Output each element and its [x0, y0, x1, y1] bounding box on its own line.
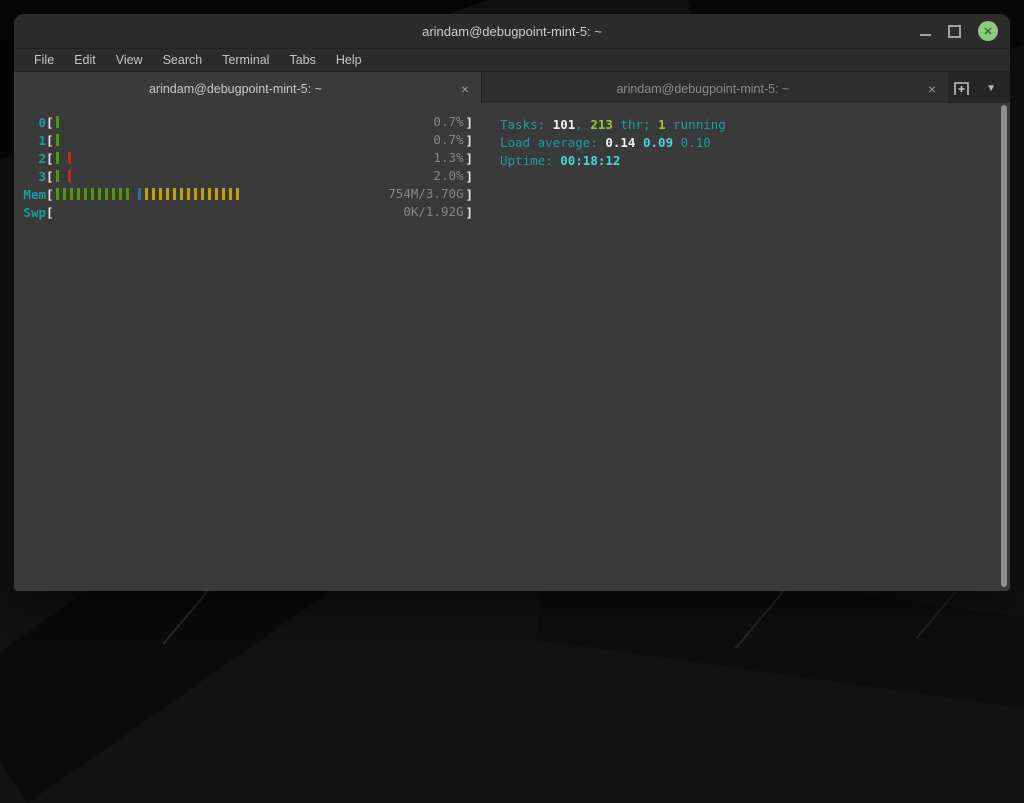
meter-value: 754M/3.70G [388, 187, 463, 201]
meter-value: 2.0% [433, 169, 463, 183]
terminal-tab-2[interactable]: arindam@debugpoint-mint-5: ~ × [481, 72, 948, 105]
yellow_bar [145, 188, 239, 200]
close-button[interactable]: ✕ [978, 21, 998, 41]
red_bar [68, 170, 71, 182]
tab-title: arindam@debugpoint-mint-5: ~ [482, 82, 924, 96]
window-controls: ✕ [920, 14, 998, 48]
terminal-screen[interactable]: 0[0.7%] 1[0.7%] 2[1.3%] 3[2.0%]Mem[754M/… [14, 103, 1010, 591]
terminal-tab-1[interactable]: arindam@debugpoint-mint-5: ~ × [14, 72, 481, 105]
tab-title: arindam@debugpoint-mint-5: ~ [14, 82, 457, 96]
htop-summary: Tasks: 101, 213 thr; 1 runningLoad avera… [500, 116, 726, 170]
menu-view[interactable]: View [106, 53, 153, 67]
maximize-icon[interactable] [948, 25, 961, 38]
new-tab-icon[interactable] [953, 81, 970, 96]
green_bar [56, 116, 59, 128]
close-tab-icon[interactable]: × [461, 81, 469, 97]
minimize-icon[interactable] [920, 34, 931, 36]
meter-value: 0K/1.92G [403, 205, 463, 219]
green_bar [56, 134, 59, 146]
scrollbar[interactable] [1001, 105, 1007, 587]
summary-line: Uptime: 00:18:12 [500, 152, 726, 170]
tabbar-icons: ▼ [948, 72, 1010, 105]
function-key-bar [14, 573, 999, 589]
meter-mem: Mem[754M/3.70G] [22, 185, 473, 203]
wallpaper-line [916, 591, 956, 638]
green_bar [56, 170, 59, 182]
meter-cpu1: 1[0.7%] [22, 131, 473, 149]
meter-cpu3: 3[2.0%] [22, 167, 473, 185]
tab-list-caret-icon[interactable]: ▼ [986, 83, 996, 94]
title-bar[interactable]: arindam@debugpoint-mint-5: ~ ✕ [14, 14, 1010, 49]
menu-file[interactable]: File [24, 53, 64, 67]
menu-help[interactable]: Help [326, 53, 372, 67]
summary-line: Load average: 0.14 0.09 0.10 [500, 134, 726, 152]
menu-terminal[interactable]: Terminal [212, 53, 279, 67]
meter-value: 0.7% [433, 133, 463, 147]
meter-cpu0: 0[0.7%] [22, 113, 473, 131]
blue_bar [138, 188, 141, 200]
menu-edit[interactable]: Edit [64, 53, 106, 67]
meter-value: 0.7% [433, 115, 463, 129]
menu-search[interactable]: Search [153, 53, 213, 67]
scrollbar-thumb[interactable] [1001, 105, 1007, 587]
wallpaper-line [163, 590, 210, 645]
green_bar [56, 188, 133, 200]
window-title: arindam@debugpoint-mint-5: ~ [422, 24, 602, 39]
menu-bar: FileEditViewSearchTerminalTabsHelp [14, 49, 1010, 72]
summary-line: Tasks: 101, 213 thr; 1 running [500, 116, 726, 134]
tab-bar: arindam@debugpoint-mint-5: ~×arindam@deb… [14, 72, 1010, 105]
close-tab-icon[interactable]: × [928, 81, 936, 97]
meter-value: 1.3% [433, 151, 463, 165]
meter-swp: Swp[0K/1.92G] [22, 203, 473, 221]
menu-tabs[interactable]: Tabs [279, 53, 325, 67]
meter-cpu2: 2[1.3%] [22, 149, 473, 167]
htop-meters: 0[0.7%] 1[0.7%] 2[1.3%] 3[2.0%]Mem[754M/… [22, 113, 473, 221]
terminal-window: arindam@debugpoint-mint-5: ~ ✕ FileEditV… [14, 14, 1010, 591]
green_bar [56, 152, 59, 164]
red_bar [68, 152, 71, 164]
wallpaper-line [735, 587, 788, 650]
